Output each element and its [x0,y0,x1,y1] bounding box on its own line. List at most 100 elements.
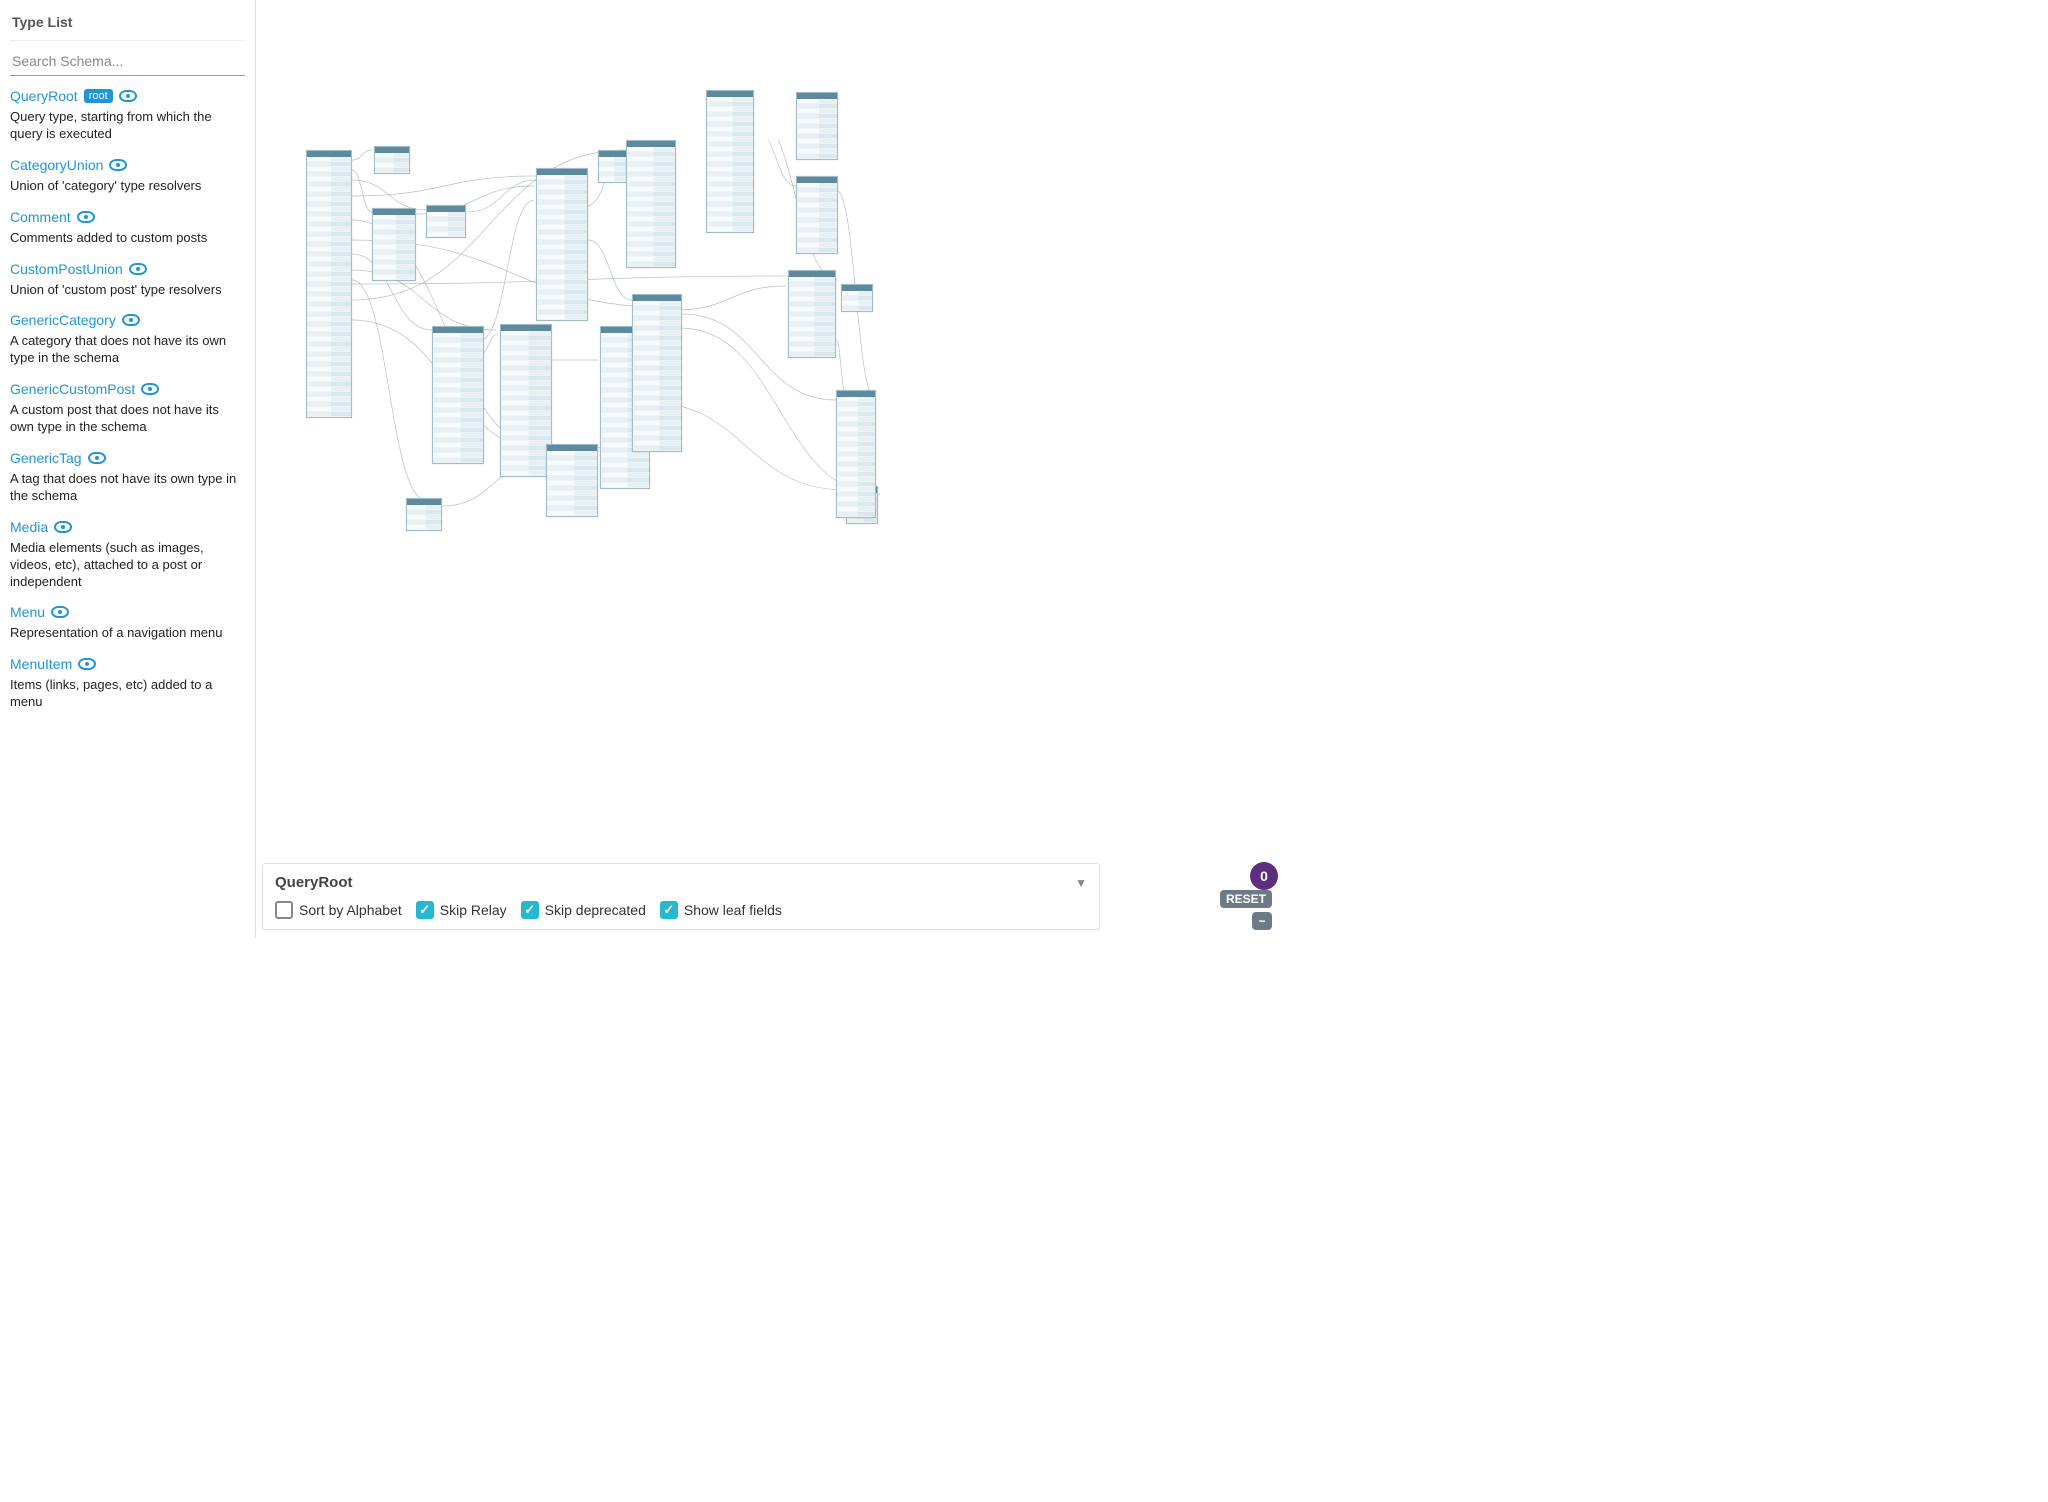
checkbox[interactable] [416,901,434,919]
canvas[interactable]: QueryRoot ▼ Sort by Alphabet Skip Relay Sk… [256,0,1280,938]
type-link[interactable]: MenuItem [10,656,96,672]
type-description: Items (links, pages, etc) added to a men… [10,677,245,711]
eye-icon[interactable] [54,521,72,533]
entity-field-row[interactable] [797,154,837,159]
type-item: GenericCustomPost A custom post that does… [10,381,245,436]
type-item: QueryRootrootQuery type, starting from w… [10,88,245,143]
entity-field-row[interactable] [633,446,681,451]
type-name-text: MenuItem [10,656,72,672]
entity-box[interactable] [632,294,682,452]
type-link[interactable]: GenericTag [10,450,106,466]
entity-field-row[interactable] [797,248,837,253]
type-name-text: GenericCustomPost [10,381,135,397]
panel-option[interactable]: Sort by Alphabet [275,901,402,919]
entity-field-row[interactable] [373,275,415,280]
eye-icon[interactable] [109,159,127,171]
type-description: Representation of a navigation menu [10,625,245,642]
entity-field-row[interactable] [307,412,351,417]
entity-box[interactable] [372,208,416,281]
type-item: CustomPostUnion Union of 'custom post' ty… [10,261,245,299]
eye-icon[interactable] [129,263,147,275]
panel-options: Sort by Alphabet Skip Relay Skip deprecate… [275,901,1087,919]
type-link[interactable]: CategoryUnion [10,157,127,173]
entity-box[interactable] [536,168,588,321]
entity-box[interactable] [796,92,838,160]
notification-badge[interactable]: 0 [1250,862,1278,890]
entity-box[interactable] [598,150,628,183]
schema-diagram[interactable] [276,140,1056,610]
panel-option[interactable]: Skip deprecated [521,901,646,919]
entity-box[interactable] [841,284,873,312]
type-link[interactable]: CustomPostUnion [10,261,147,277]
type-link[interactable]: Menu [10,604,69,620]
type-link[interactable]: Comment [10,209,95,225]
type-item: CategoryUnion Union of 'category' type re… [10,157,245,195]
entity-box[interactable] [836,390,876,518]
eye-icon[interactable] [141,383,159,395]
panel-header[interactable]: QueryRoot ▼ [275,874,1087,891]
entity-box[interactable] [546,444,598,517]
checkbox[interactable] [275,901,293,919]
entity-field-row[interactable] [427,232,465,237]
panel-option[interactable]: Show leaf fields [660,901,782,919]
entity-box[interactable] [500,324,552,477]
type-description: Media elements (such as images, videos, … [10,540,245,591]
checkbox[interactable] [660,901,678,919]
type-name-text: CategoryUnion [10,157,103,173]
search-input[interactable] [10,47,245,76]
entity-field-row[interactable] [433,458,483,463]
option-label: Skip deprecated [545,902,646,918]
entity-field-row[interactable] [707,227,753,232]
eye-icon[interactable] [51,606,69,618]
type-list: QueryRootrootQuery type, starting from w… [10,88,245,711]
entity-field-row[interactable] [537,315,587,320]
eye-icon[interactable] [78,658,96,670]
type-name-text: Menu [10,604,45,620]
type-name-text: GenericTag [10,450,82,466]
type-link[interactable]: Media [10,519,72,535]
reset-button[interactable]: RESET [1220,890,1272,908]
entity-field-row[interactable] [837,512,875,517]
eye-icon[interactable] [119,90,137,102]
eye-icon[interactable] [88,452,106,464]
type-link[interactable]: GenericCustomPost [10,381,159,397]
entity-box[interactable] [374,146,410,174]
entity-field-row[interactable] [501,471,551,476]
entity-box[interactable] [626,140,676,268]
entity-field-row[interactable] [842,306,872,311]
type-item: CommentComments added to custom posts [10,209,245,247]
entity-field-row[interactable] [601,483,649,488]
type-description: A custom post that does not have its own… [10,402,245,436]
entity-field-row[interactable] [847,518,877,523]
entity-box[interactable] [796,176,838,254]
panel-title: QueryRoot [275,874,353,891]
entity-field-row[interactable] [547,511,597,516]
entity-box[interactable] [788,270,836,358]
type-description: Union of 'category' type resolvers [10,178,245,195]
chevron-down-icon[interactable]: ▼ [1075,876,1087,890]
type-link[interactable]: QueryRootroot [10,88,137,104]
option-label: Skip Relay [440,902,507,918]
entity-field-row[interactable] [627,262,675,267]
type-link[interactable]: GenericCategory [10,312,140,328]
type-detail-panel: QueryRoot ▼ Sort by Alphabet Skip Relay Sk… [262,863,1100,930]
entity-field-row[interactable] [375,168,409,173]
eye-icon[interactable] [77,211,95,223]
entity-field-row[interactable] [599,177,627,182]
zoom-out-button[interactable]: − [1252,912,1272,930]
search-wrap [10,47,245,76]
checkbox[interactable] [521,901,539,919]
entity-box[interactable] [406,498,442,531]
type-name-text: GenericCategory [10,312,116,328]
type-name-text: Media [10,519,48,535]
entity-box[interactable] [306,150,352,418]
type-description: A tag that does not have its own type in… [10,471,245,505]
eye-icon[interactable] [122,314,140,326]
type-description: Union of 'custom post' type resolvers [10,282,245,299]
panel-option[interactable]: Skip Relay [416,901,507,919]
entity-box[interactable] [706,90,754,233]
entity-box[interactable] [432,326,484,464]
entity-box[interactable] [426,205,466,238]
entity-field-row[interactable] [407,525,441,530]
entity-field-row[interactable] [789,352,835,357]
